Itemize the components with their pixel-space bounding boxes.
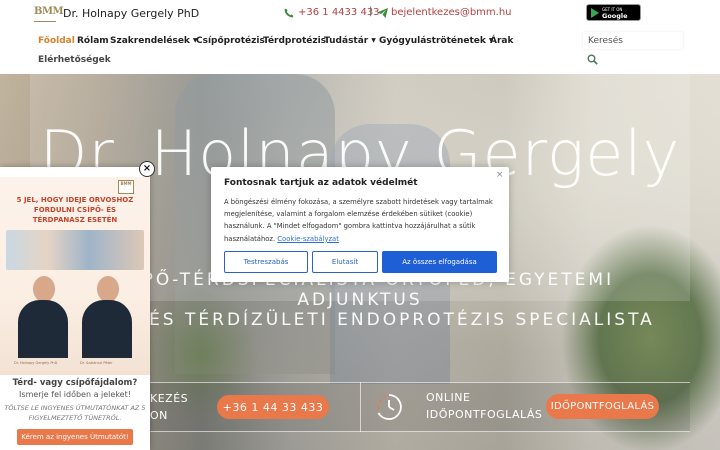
phone-icon (284, 8, 294, 18)
doctor-photo (78, 276, 136, 358)
send-icon (377, 8, 388, 18)
google-play-text: Google Play (602, 12, 628, 28)
cta-phone-label: KEZÉS (150, 392, 189, 405)
ebook-title: 5 JEL, HOGY IDEJE ORVOSHOZ (16, 196, 134, 204)
download-guide-button[interactable]: Kérem az ingyenes Útmutatót! (17, 429, 133, 445)
doctor-photo (14, 276, 72, 358)
booking-button[interactable]: IDŐPONTFOGLALÁS (546, 394, 659, 419)
cookie-policy-link[interactable]: Cookie-szabályzat (277, 235, 339, 243)
site-name[interactable]: Dr. Holnapy Gergely PhD (63, 7, 199, 20)
play-icon (591, 8, 599, 18)
ebook-caption: Dr. Holnapy Gergely PhD (14, 361, 58, 365)
top-header: BMM Dr. Holnapy Gergely PhD +36 1 4433 4… (0, 0, 720, 28)
ebook-logo: BMM (118, 180, 134, 194)
cookie-title: Fontosnak tartjuk az adatok védelmét (224, 178, 418, 188)
clock-icon (377, 394, 402, 420)
header-email-link[interactable]: bejelentkezes@bmm.hu (391, 7, 512, 18)
cookie-text: A böngészési élmény fokozása, a személyr… (224, 196, 504, 245)
chevron-down-icon: ▼ (371, 37, 376, 44)
ebook-caption: Dr. Szalánczi Péter (80, 361, 113, 365)
logo[interactable]: BMM (34, 6, 64, 22)
ebook-photo-strip (6, 230, 144, 270)
header-phone-link[interactable]: +36 1 4433 433 (298, 7, 380, 18)
popup-subheading: Ismerje fel időben a jeleket! (19, 390, 131, 399)
cookie-close-button[interactable]: × (496, 170, 504, 180)
cta-divider (360, 382, 361, 432)
online-booking-label: IDŐPONTFOGLALÁS (426, 408, 543, 421)
call-phone-button[interactable]: +36 1 44 33 433 (217, 395, 329, 419)
cookie-accept-all-button[interactable]: Az összes elfogadása (382, 251, 497, 273)
cookie-body-text: A böngészési élmény fokozása, a személyr… (224, 198, 493, 243)
online-booking-label: ONLINE (426, 391, 471, 404)
ebook-title: FORDULNI CSÍPŐ- ÉS (33, 206, 117, 214)
cookie-customize-button[interactable]: Testreszabás (224, 251, 308, 273)
popup-close-button[interactable]: × (139, 161, 155, 177)
popup-description: FIGYELMEZTETŐ TÜNETRŐL. (28, 414, 122, 422)
google-play-badge[interactable]: GET IT ON Google Play (586, 4, 641, 28)
popup-heading: Térd- vagy csípőfájdalom? (12, 378, 138, 388)
cookie-reject-button[interactable]: Elutasít (312, 251, 378, 273)
ebook-title: TÉRDPANASZ ESETÉN (32, 216, 118, 224)
cta-phone-label: ON (150, 409, 168, 422)
header-separator: | (369, 6, 373, 17)
ebook-cover-image: BMM 5 JEL, HOGY IDEJE ORVOSHOZ FORDULNI … (0, 177, 150, 375)
popup-description: TÖLTSE LE INGYENES ÚTMUTATÓNKAT AZ 5 (4, 404, 146, 412)
